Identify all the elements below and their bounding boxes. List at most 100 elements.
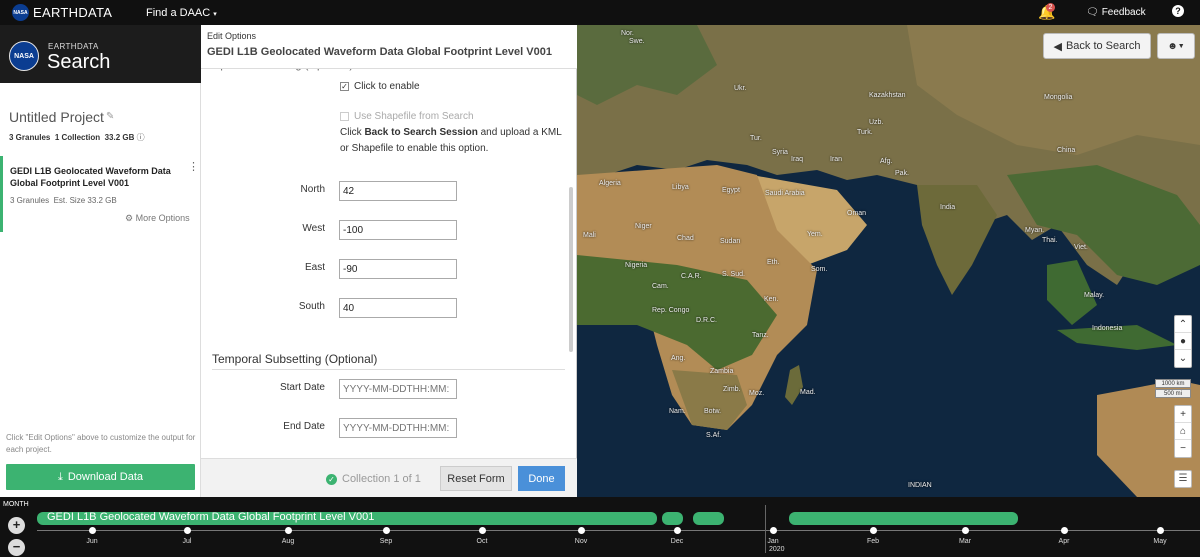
home-icon[interactable]: ⌂ [1175, 423, 1191, 440]
timeline-month-label: Jun [86, 538, 98, 545]
done-button[interactable]: Done [518, 466, 565, 491]
enable-spatial-label: Click to enable [354, 81, 420, 92]
end-date-input[interactable] [339, 418, 457, 438]
timeline-axis [37, 530, 1200, 531]
map-label-som: Som. [811, 266, 828, 273]
map-label-algeria: Algeria [599, 180, 621, 187]
timeline-tick [578, 527, 585, 534]
back-to-search-label: Back to Search [1065, 40, 1141, 52]
map-label-drc: D.R.C. [696, 317, 717, 324]
edit-options-panel: Spatial Subsetting (Optional) Edit Optio… [201, 25, 577, 497]
map-label-car: C.A.R. [681, 273, 702, 280]
map-label-china: China [1057, 147, 1076, 154]
notification-badge: 2 [1046, 3, 1055, 12]
more-options-label: More Options [135, 213, 190, 223]
timeline-month-label: Feb [866, 538, 880, 545]
search-header-title: Search [47, 51, 111, 73]
timeline-zoom-out-icon[interactable]: − [8, 539, 25, 556]
nasa-logo[interactable]: NASA [12, 4, 29, 21]
timeline-tick [870, 527, 877, 534]
timeline-interval-label: MONTH [3, 501, 29, 508]
map-zoom-controls: + ⌂ − [1174, 405, 1192, 458]
kebab-menu-icon[interactable]: ⋮ [188, 162, 199, 173]
project-title[interactable]: Untitled Project [9, 109, 104, 125]
timeline-data-bar[interactable] [789, 512, 1018, 525]
map-label-libya: Libya [672, 184, 689, 191]
find-daac-menu[interactable]: Find a DAAC ▾ [146, 7, 217, 19]
east-input[interactable] [339, 259, 457, 279]
collection-status: ✓ Collection 1 of 1 [326, 473, 421, 485]
map-label-tur: Tur. [750, 135, 762, 142]
collection-title: GEDI L1B Geolocated Waveform Data Global… [10, 166, 171, 188]
pencil-icon[interactable]: ✎ [106, 111, 114, 122]
timeline-tick [89, 527, 96, 534]
user-menu-button[interactable]: ☻ ▼ [1157, 33, 1195, 59]
hint-bold: Back to Search Session [364, 127, 478, 138]
timeline-data-bar[interactable] [693, 512, 724, 525]
map-view[interactable]: Nor. Swe. Ukr. Kazakhstan Mongolia Uzb. … [577, 25, 1200, 497]
project-summary: 3 Granules 1 Collection 33.2 GB ⓘ [9, 132, 145, 143]
projection-north-icon[interactable]: ⌃ [1175, 316, 1191, 333]
north-label: North [300, 184, 325, 195]
download-data-button[interactable]: ⤓ Download Data [6, 464, 195, 490]
chevron-down-icon: ▼ [1177, 42, 1185, 50]
start-date-input[interactable] [339, 379, 457, 399]
west-label: West [302, 223, 325, 234]
map-label-ken: Ken. [764, 296, 779, 303]
north-input[interactable] [339, 181, 457, 201]
top-navigation-bar: NASA EARTHDATA Find a DAAC ▾ 🔔 2 🗨 Feedb… [0, 0, 1200, 25]
map-label-mongolia: Mongolia [1044, 94, 1073, 101]
search-header[interactable]: NASA EARTHDATA Search [0, 25, 201, 83]
download-label: Download Data [67, 471, 144, 483]
timeline-month-label: Mar [958, 538, 972, 545]
zoom-out-icon[interactable]: − [1175, 440, 1191, 457]
timeline-zoom-in-icon[interactable]: + [8, 517, 25, 534]
projection-south-icon[interactable]: ⌄ [1175, 350, 1191, 367]
map-label-ssud: S. Sud. [722, 271, 745, 278]
timeline-tick [383, 527, 390, 534]
enable-spatial-row[interactable]: ✓ Click to enable [340, 81, 420, 92]
map-label-sudan: Sudan [720, 238, 741, 245]
end-date-label: End Date [283, 421, 325, 432]
info-icon[interactable]: ⓘ [137, 133, 145, 142]
timeline-tick [770, 527, 777, 534]
map-label-turk: Turk. [857, 129, 873, 136]
south-input[interactable] [339, 298, 457, 318]
section-divider [212, 369, 565, 370]
map-label-kazakhstan: Kazakhstan [869, 92, 906, 99]
more-options-link[interactable]: ⚙ More Options [125, 213, 190, 224]
west-input[interactable] [339, 220, 457, 240]
layers-icon[interactable]: ☰ [1174, 470, 1192, 488]
search-header-small: EARTHDATA [48, 42, 99, 51]
map-label-saudi: Saudi Arabia [765, 190, 805, 197]
projection-globe-icon[interactable]: ● [1175, 333, 1191, 350]
collection-card[interactable]: GEDI L1B Geolocated Waveform Data Global… [0, 156, 200, 232]
enable-spatial-checkbox[interactable]: ✓ [340, 82, 349, 91]
panel-scrollbar[interactable] [569, 187, 573, 352]
timeline-month-label: Aug [281, 538, 295, 545]
use-shapefile-row: Use Shapefile from Search [340, 111, 474, 122]
map-label-nor: Nor. [621, 30, 634, 37]
collection-est-size: Est. Size 33.2 GB [53, 196, 117, 205]
scale-km: 1000 km [1155, 379, 1191, 388]
feedback-link[interactable]: 🗨 Feedback [1086, 7, 1146, 18]
map-label-zimb: Zimb. [723, 386, 741, 393]
shapefile-hint: Click Back to Search Session and upload … [340, 125, 565, 157]
earthdata-brand[interactable]: EARTHDATA [33, 5, 112, 20]
south-label: South [298, 301, 325, 312]
back-to-search-button[interactable]: ◀ Back to Search [1043, 33, 1151, 59]
collection-count: 1 Collection [54, 133, 101, 142]
map-label-egypt: Egypt [722, 187, 740, 194]
collection-meta: 3 Granules Est. Size 33.2 GB [10, 196, 117, 205]
map-label-eth: Eth. [767, 259, 780, 266]
zoom-in-icon[interactable]: + [1175, 406, 1191, 423]
timeline[interactable]: MONTH + − GEDI L1B Geolocated Waveform D… [0, 497, 1200, 557]
reset-form-button[interactable]: Reset Form [440, 466, 512, 491]
map-label-viet: Viet. [1074, 244, 1088, 251]
timeline-data-bar[interactable] [662, 512, 683, 525]
map-label-indian: INDIAN [908, 482, 932, 489]
help-icon[interactable]: ? [1172, 5, 1184, 17]
map-label-uzb: Uzb. [869, 119, 884, 126]
map-label-syria: Syria [772, 149, 788, 156]
granule-count: 3 Granules [9, 133, 51, 142]
